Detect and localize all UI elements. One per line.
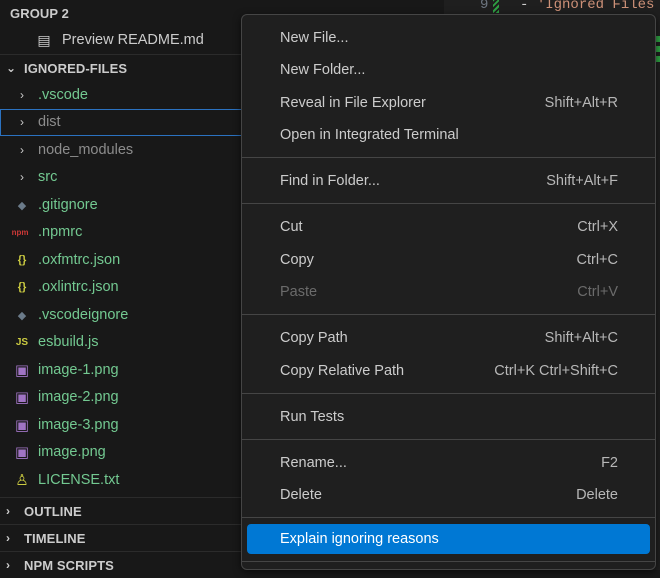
menu-separator	[242, 561, 655, 562]
group-header-label: GROUP 2	[10, 5, 69, 21]
tree-item-label: image-1.png	[38, 362, 119, 378]
tree-item-label: LICENSE.txt	[38, 472, 120, 488]
json-icon: {}	[17, 281, 27, 293]
menu-item-label: New File...	[280, 30, 349, 46]
menu-item-shortcut: Ctrl+V	[577, 284, 618, 300]
chevron-down-icon: ⌄	[6, 61, 17, 75]
chevron-right-icon: ›	[20, 170, 24, 184]
git-icon: ◆	[17, 199, 27, 212]
menu-item-shortcut: Ctrl+C	[576, 252, 619, 268]
menu-item-label: Copy	[280, 252, 314, 268]
image-icon: ▣	[14, 417, 30, 434]
vscode-ignore-icon: ◆	[17, 309, 27, 322]
tree-item-label: .oxlintrc.json	[38, 279, 119, 295]
menu-item-copy[interactable]: Copy Ctrl+C	[247, 245, 650, 275]
menu-item-label: Copy Relative Path	[280, 363, 405, 379]
tree-item-label: src	[38, 169, 58, 185]
menu-item-open-in-terminal[interactable]: Open in Integrated Terminal	[247, 120, 650, 150]
image-icon: ▣	[14, 362, 30, 379]
section-label: OUTLINE	[24, 503, 82, 519]
tree-item-label: image-3.png	[38, 417, 119, 433]
tree-item-label: image.png	[38, 444, 106, 460]
code-text: - 'Ignored Files	[520, 0, 654, 13]
menu-item-label: Rename...	[280, 455, 347, 471]
section-label: NPM SCRIPTS	[24, 557, 114, 573]
code-dash: -	[520, 0, 537, 13]
chevron-right-icon: ›	[6, 504, 11, 518]
menu-item-copy-relative-path[interactable]: Copy Relative Path Ctrl+K Ctrl+Shift+C	[247, 356, 650, 386]
tree-item-label: .gitignore	[38, 197, 98, 213]
menu-item-shortcut: Shift+Alt+C	[544, 330, 618, 346]
preview-icon: ▤	[37, 31, 51, 48]
tree-item-label: dist	[38, 114, 61, 130]
menu-item-shortcut: Ctrl+X	[577, 219, 618, 235]
menu-item-find-in-folder[interactable]: Find in Folder... Shift+Alt+F	[247, 166, 650, 196]
menu-separator	[242, 439, 655, 440]
tree-item-label: .vscode	[38, 87, 88, 103]
npm-icon: npm	[11, 227, 29, 237]
menu-item-label: Cut	[280, 219, 303, 235]
context-menu: New File... New Folder... Reveal in File…	[241, 14, 656, 570]
git-gutter-added	[493, 0, 499, 13]
license-icon: ♙	[15, 472, 29, 489]
chevron-right-icon: ›	[6, 531, 11, 545]
folder-section-label: IGNORED-FILES	[24, 60, 128, 76]
menu-separator	[242, 393, 655, 394]
menu-item-shortcut: Ctrl+K Ctrl+Shift+C	[494, 363, 618, 379]
code-string: 'Ignored Files	[536, 0, 655, 13]
menu-item-label: New Folder...	[280, 62, 366, 78]
menu-item-label: Copy Path	[280, 330, 348, 346]
menu-item-run-tests[interactable]: Run Tests	[247, 402, 650, 432]
tree-item-label: .oxfmtrc.json	[38, 252, 121, 268]
menu-item-shortcut: F2	[601, 455, 618, 471]
menu-item-paste: Paste Ctrl+V	[247, 277, 650, 307]
tree-item-label: .vscodeignore	[38, 307, 129, 323]
menu-item-new-folder[interactable]: New Folder...	[247, 55, 650, 85]
menu-separator	[242, 517, 655, 518]
section-label: TIMELINE	[24, 530, 86, 546]
js-icon: JS	[15, 336, 29, 348]
menu-item-label: Delete	[280, 487, 322, 503]
tree-item-label: image-2.png	[38, 389, 119, 405]
open-editor-label: Preview README.md	[62, 32, 204, 48]
menu-item-cut[interactable]: Cut Ctrl+X	[247, 212, 650, 242]
tree-item-label: .npmrc	[38, 224, 83, 240]
menu-item-delete[interactable]: Delete Delete	[247, 480, 650, 510]
menu-item-rename[interactable]: Rename... F2	[247, 448, 650, 478]
json-icon: {}	[17, 254, 27, 266]
tree-item-label: esbuild.js	[38, 334, 99, 350]
menu-separator	[242, 203, 655, 204]
line-number: 9	[480, 0, 489, 13]
menu-item-label: Find in Folder...	[280, 173, 380, 189]
menu-item-copy-path[interactable]: Copy Path Shift+Alt+C	[247, 323, 650, 353]
image-icon: ▣	[14, 389, 30, 406]
menu-item-label: Reveal in File Explorer	[280, 95, 426, 111]
menu-item-label: Run Tests	[280, 409, 345, 425]
menu-item-explain-ignoring-reasons[interactable]: Explain ignoring reasons	[247, 524, 650, 554]
image-icon: ▣	[14, 444, 30, 461]
chevron-right-icon: ›	[20, 115, 24, 129]
menu-separator	[242, 157, 655, 158]
menu-separator	[242, 314, 655, 315]
menu-item-reveal-in-file-explorer[interactable]: Reveal in File Explorer Shift+Alt+R	[247, 88, 650, 118]
menu-item-label: Explain ignoring reasons	[280, 531, 439, 547]
chevron-right-icon: ›	[20, 88, 24, 102]
chevron-right-icon: ›	[20, 143, 24, 157]
menu-item-label: Open in Integrated Terminal	[280, 127, 459, 143]
menu-item-label: Paste	[280, 284, 318, 300]
menu-item-new-file[interactable]: New File...	[247, 23, 650, 53]
code-line: 9 - 'Ignored Files	[444, 0, 660, 15]
menu-item-shortcut: Shift+Alt+F	[546, 173, 618, 189]
menu-item-shortcut: Delete	[576, 487, 618, 503]
tree-item-label: node_modules	[38, 142, 134, 158]
menu-item-shortcut: Shift+Alt+R	[544, 95, 618, 111]
